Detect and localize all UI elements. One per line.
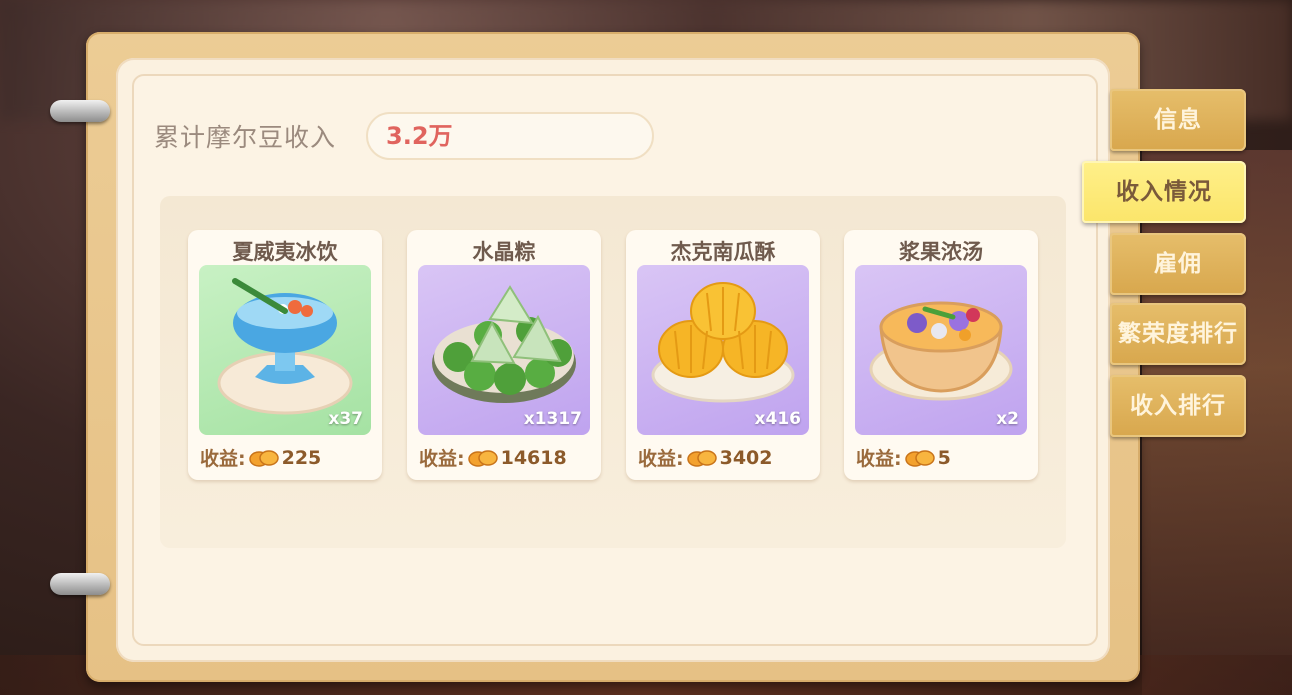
dish-earnings: 收益: 3402 — [638, 444, 773, 471]
dish-name: 夏威夷冰饮 — [232, 240, 338, 264]
dish-name: 水晶粽 — [472, 240, 536, 264]
dish-image: x1317 — [418, 265, 590, 435]
dish-earnings: 收益: 5 — [856, 444, 951, 471]
dish-card-pumpkin-pastry[interactable]: 杰克南瓜酥 x416 收益: 3402 — [626, 230, 820, 480]
earnings-label: 收益: — [856, 448, 902, 470]
dish-earnings: 收益: 225 — [200, 444, 321, 471]
total-income-value: 3.2万 — [366, 112, 654, 160]
dish-count: x2 — [996, 409, 1019, 429]
tab-hire[interactable]: 雇佣 — [1110, 233, 1246, 295]
dish-card-hawaiian-drink[interactable]: 夏威夷冰饮 x37 收益: 225 — [188, 230, 382, 480]
earnings-value: 5 — [937, 446, 951, 469]
dish-image: x416 — [637, 265, 809, 435]
earnings-value: 3402 — [719, 446, 773, 469]
dish-count: x416 — [754, 409, 801, 429]
earnings-value: 14618 — [500, 446, 567, 469]
dish-name: 浆果浓汤 — [899, 240, 983, 264]
total-income-label: 累计摩尔豆收入 — [154, 123, 337, 152]
earnings-label: 收益: — [200, 448, 246, 470]
earnings-label: 收益: — [419, 448, 465, 470]
dish-card-crystal-zongzi[interactable]: 水晶粽 x1317 收益: 14618 — [407, 230, 601, 480]
dish-count: x1317 — [523, 409, 582, 429]
dish-name: 杰克南瓜酥 — [670, 240, 776, 264]
mole-bean-icon — [248, 449, 279, 467]
tab-income[interactable]: 收入情况 — [1082, 161, 1246, 223]
dish-count: x37 — [328, 409, 363, 429]
mole-bean-icon — [467, 449, 498, 467]
tab-income-ranking[interactable]: 收入排行 — [1110, 375, 1246, 437]
dish-image: x37 — [199, 265, 371, 435]
mole-bean-icon — [904, 449, 935, 467]
tab-info[interactable]: 信息 — [1110, 89, 1246, 151]
dish-image: x2 — [855, 265, 1027, 435]
binder-ring-top — [50, 100, 110, 122]
dish-earnings: 收益: 14618 — [419, 444, 567, 471]
dish-card-berry-soup[interactable]: 浆果浓汤 x2 收益: 5 — [844, 230, 1038, 480]
earnings-value: 225 — [281, 446, 322, 469]
earnings-label: 收益: — [638, 448, 684, 470]
mole-bean-icon — [686, 449, 717, 467]
tab-prosperity-ranking[interactable]: 繁荣度排行 — [1110, 303, 1246, 365]
binder-ring-bottom — [50, 573, 110, 595]
